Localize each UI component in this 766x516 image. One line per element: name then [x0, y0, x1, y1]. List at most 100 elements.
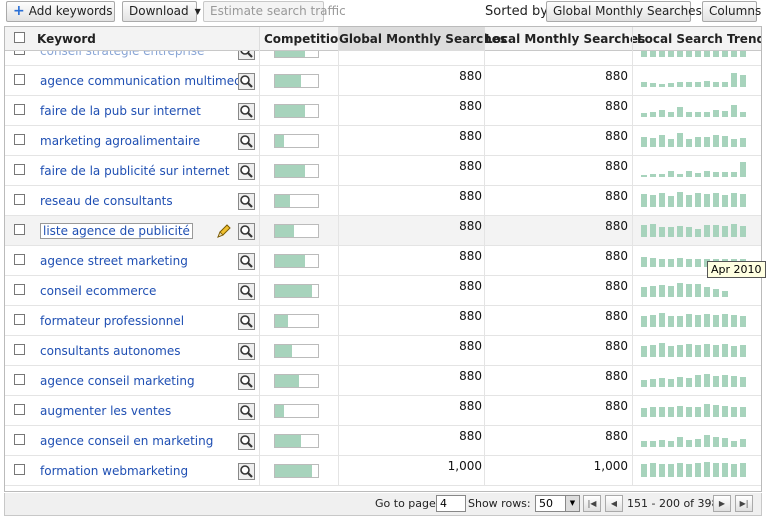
row-checkbox[interactable] — [14, 434, 25, 445]
keyword-link[interactable]: marketing agroalimentaire — [40, 126, 200, 156]
header-local-trends[interactable]: Local Search Trends — [632, 27, 761, 51]
trend-bar — [650, 315, 656, 327]
trend-bar — [668, 139, 674, 147]
row-checkbox[interactable] — [14, 134, 25, 145]
trend-bar — [695, 375, 701, 387]
global-monthly-value: 880 — [459, 249, 482, 263]
trend-bar — [695, 315, 701, 327]
header-keyword[interactable]: Keyword — [33, 27, 259, 51]
keyword-link[interactable]: formation webmarketing — [40, 456, 188, 486]
trend-sparkline[interactable] — [641, 96, 751, 126]
search-preview-icon[interactable] — [238, 253, 255, 270]
local-monthly-value: 1,000 — [593, 459, 628, 473]
row-checkbox[interactable] — [14, 404, 25, 415]
trend-sparkline[interactable] — [641, 336, 751, 366]
keyword-link[interactable]: formateur professionnel — [40, 306, 184, 336]
trend-sparkline[interactable] — [641, 216, 751, 246]
search-preview-icon[interactable] — [238, 433, 255, 450]
trend-bar — [704, 194, 710, 207]
keyword-link[interactable]: faire de la pub sur internet — [40, 96, 201, 126]
trend-bar — [713, 437, 719, 447]
first-page-button[interactable]: |◀ — [583, 495, 601, 512]
trend-bar — [695, 137, 701, 147]
trend-bar — [686, 440, 692, 447]
header-local-monthly[interactable]: Local Monthly Searches — [484, 27, 645, 51]
add-keywords-button[interactable]: + Add keywords — [6, 1, 115, 22]
trend-sparkline[interactable] — [641, 156, 751, 186]
columns-button[interactable]: Columns — [702, 1, 761, 22]
search-preview-icon[interactable] — [238, 133, 255, 150]
keyword-link[interactable]: liste agence de publicité — [40, 216, 193, 246]
search-preview-icon[interactable] — [238, 373, 255, 390]
search-preview-icon[interactable] — [238, 403, 255, 420]
column-divider — [259, 51, 260, 66]
keyword-link[interactable]: conseil ecommerce — [40, 276, 156, 306]
row-checkbox[interactable] — [14, 104, 25, 115]
row-checkbox[interactable] — [14, 194, 25, 205]
competition-fill — [275, 375, 299, 387]
trend-sparkline[interactable] — [641, 51, 751, 66]
row-checkbox[interactable] — [14, 51, 25, 55]
keyword-link[interactable]: conseil strategie entreprise — [40, 51, 204, 66]
keyword-link[interactable]: agence communication multimedia — [40, 66, 252, 96]
search-preview-icon[interactable] — [238, 313, 255, 330]
next-page-button[interactable]: ▶ — [713, 495, 731, 512]
page-input[interactable]: 4 — [436, 495, 466, 512]
competition-fill — [275, 51, 306, 57]
row-checkbox[interactable] — [14, 344, 25, 355]
trend-sparkline[interactable] — [641, 396, 751, 426]
select-all-checkbox[interactable] — [14, 32, 25, 43]
table-body: conseil strategie entreprise880880agence… — [5, 51, 761, 491]
keyword-link[interactable]: agence conseil marketing — [40, 366, 195, 396]
row-checkbox[interactable] — [14, 464, 25, 475]
pencil-icon[interactable] — [216, 223, 232, 239]
prev-page-button[interactable]: ◀ — [605, 495, 623, 512]
row-checkbox[interactable] — [14, 224, 25, 235]
trend-bar — [704, 435, 710, 447]
trend-sparkline[interactable] — [641, 186, 751, 216]
pagination-bar: Go to page: 4 Show rows: 50 ▼ |◀ ◀ 151 -… — [4, 493, 762, 516]
search-preview-icon[interactable] — [238, 103, 255, 120]
sort-select[interactable]: Global Monthly Searches▼ — [546, 1, 714, 22]
row-checkbox[interactable] — [14, 314, 25, 325]
row-checkbox[interactable] — [14, 284, 25, 295]
trend-sparkline[interactable] — [641, 366, 751, 396]
estimate-traffic-button[interactable]: Estimate search traffic — [203, 1, 346, 22]
trend-bar — [686, 464, 692, 477]
search-preview-icon[interactable] — [238, 193, 255, 210]
trend-bar — [731, 172, 737, 177]
trend-sparkline[interactable] — [641, 456, 751, 486]
keyword-link[interactable]: reseau de consultants — [40, 186, 173, 216]
trend-bar — [641, 257, 647, 267]
keyword-link[interactable]: agence conseil en marketing — [40, 426, 213, 456]
row-checkbox[interactable] — [14, 164, 25, 175]
trend-sparkline[interactable] — [641, 306, 751, 336]
search-preview-icon[interactable] — [238, 343, 255, 360]
trend-sparkline[interactable] — [641, 66, 751, 96]
last-page-button[interactable]: ▶| — [735, 495, 753, 512]
search-preview-icon[interactable] — [238, 51, 255, 60]
header-global-monthly[interactable]: Global Monthly Searches — [338, 27, 507, 51]
search-preview-icon[interactable] — [238, 463, 255, 480]
row-checkbox[interactable] — [14, 374, 25, 385]
download-button[interactable]: Download ▼ — [122, 1, 201, 22]
trend-sparkline[interactable] — [641, 276, 751, 306]
keyword-link[interactable]: consultants autonomes — [40, 336, 180, 366]
trend-bar — [722, 375, 728, 387]
row-checkbox[interactable] — [14, 254, 25, 265]
keyword-link[interactable]: faire de la publicité sur internet — [40, 156, 230, 186]
search-preview-icon[interactable] — [238, 73, 255, 90]
search-preview-icon[interactable] — [238, 223, 255, 240]
trend-sparkline[interactable] — [641, 126, 751, 156]
search-preview-icon[interactable] — [238, 163, 255, 180]
rows-per-page-select[interactable]: 50 ▼ — [535, 495, 580, 512]
keyword-link[interactable]: augmenter les ventes — [40, 396, 171, 426]
trend-bar — [713, 51, 719, 57]
row-checkbox[interactable] — [14, 74, 25, 85]
keyword-link[interactable]: agence street marketing — [40, 246, 188, 276]
column-divider — [632, 246, 633, 276]
header-competition[interactable]: Competition — [259, 27, 347, 51]
trend-sparkline[interactable] — [641, 426, 751, 456]
search-preview-icon[interactable] — [238, 283, 255, 300]
trend-bar — [740, 345, 746, 357]
